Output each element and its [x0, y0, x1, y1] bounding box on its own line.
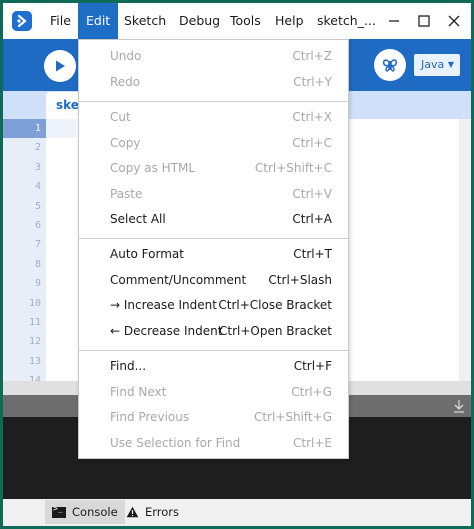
menu-item-label: Copy as HTML [110, 161, 196, 175]
menu-item-label: Cut [110, 110, 131, 124]
butterfly-icon [383, 59, 397, 72]
processing-app-icon [12, 11, 32, 31]
menu-item-label: Undo [110, 49, 142, 63]
menu-item-shortcut: Ctrl+Shift+C [254, 161, 332, 175]
warning-icon [126, 506, 139, 518]
line-number: 2 [34, 142, 41, 154]
menu-item-label: → Increase Indent [110, 298, 217, 312]
menu-item-shortcut: Ctrl+V [292, 186, 332, 201]
line-number: 11 [28, 317, 41, 328]
console-icon [52, 504, 66, 518]
menu-item-shortcut: Ctrl+G [291, 384, 332, 399]
app-window: File Edit Sketch Debug Tools Help sketch… [0, 0, 474, 529]
menu-item-redo[interactable]: Redo Ctrl+Y [79, 70, 348, 95]
play-icon [56, 60, 65, 72]
menu-item-label: Select All [110, 212, 166, 226]
menu-item-shortcut: Ctrl+Z [292, 49, 332, 63]
menu-item-label: ← Decrease Indent [110, 323, 223, 338]
menu-item-find[interactable]: Find... Ctrl+F [79, 354, 348, 379]
line-number: 14 [28, 375, 41, 382]
menu-item-copy[interactable]: Copy Ctrl+C [79, 131, 348, 156]
minimize-icon[interactable] [379, 3, 409, 39]
tab-errors-label: Errors [145, 505, 180, 519]
chevron-down-icon: ▼ [447, 60, 454, 69]
line-number-gutter: 1 2 3 4 5 6 7 8 9 10 11 12 13 14 [3, 119, 46, 381]
menu-item-auto-format[interactable]: Auto Format Ctrl+T [79, 242, 348, 267]
tab-console-label: Console [72, 505, 118, 519]
menu-separator [79, 238, 348, 239]
line-number: 1 [3, 119, 46, 139]
line-number: 5 [34, 200, 41, 212]
menu-item-copy-as-html[interactable]: Copy as HTML Ctrl+Shift+C [79, 156, 348, 181]
line-number: 13 [28, 355, 41, 367]
menu-item-shortcut: Ctrl+T [293, 247, 332, 261]
menu-item-decrease-indent[interactable]: ← Decrease Indent Ctrl+Open Bracket [79, 319, 348, 344]
menu-edit[interactable]: Edit [78, 3, 119, 39]
menu-item-shortcut: Ctrl+Y [293, 74, 332, 89]
menu-item-comment-uncomment[interactable]: Comment/Uncomment Ctrl+Slash [79, 268, 348, 293]
menu-item-label: Copy [110, 135, 141, 150]
menu-item-label: Find Previous [110, 410, 190, 424]
menu-separator [79, 101, 348, 102]
debugger-button[interactable] [374, 49, 406, 81]
menu-tools[interactable]: Tools [222, 3, 269, 39]
tab-console[interactable]: Console [45, 500, 125, 524]
menu-item-shortcut: Ctrl+Shift+G [253, 410, 332, 424]
menu-item-shortcut: Ctrl+Slash [268, 272, 332, 287]
menu-item-label: Find... [110, 359, 147, 373]
tab-errors[interactable]: Errors [119, 500, 186, 524]
menu-item-label: Auto Format [110, 247, 184, 261]
menu-item-label: Redo [110, 74, 141, 89]
window-title: sketch_... [317, 13, 376, 28]
menu-sketch[interactable]: Sketch [116, 3, 174, 39]
line-number: 10 [28, 297, 41, 309]
menu-item-shortcut: Ctrl+C [292, 135, 332, 150]
menu-file[interactable]: File [42, 3, 79, 39]
menu-item-label: Comment/Uncomment [110, 272, 247, 287]
line-number: 3 [34, 161, 41, 173]
menu-bar: File Edit Sketch Debug Tools Help sketch… [3, 3, 471, 39]
line-number: 4 [34, 181, 41, 193]
menu-item-find-next[interactable]: Find Next Ctrl+G [79, 380, 348, 405]
menu-debug[interactable]: Debug [171, 3, 228, 39]
collapse-console-icon[interactable] [452, 398, 466, 414]
run-button[interactable] [44, 50, 76, 82]
mode-selector[interactable]: Java ▼ [413, 53, 461, 77]
line-number: 8 [34, 258, 41, 270]
menu-item-label: Use Selection for Find [110, 435, 241, 450]
menu-item-increase-indent[interactable]: → Increase Indent Ctrl+Close Bracket [79, 293, 348, 318]
menu-help[interactable]: Help [267, 3, 312, 39]
maximize-icon[interactable] [409, 3, 439, 39]
menu-item-cut[interactable]: Cut Ctrl+X [79, 105, 348, 130]
editor-scrollbar[interactable] [459, 119, 471, 381]
menu-item-find-previous[interactable]: Find Previous Ctrl+Shift+G [79, 405, 348, 430]
console-footer: Console Errors [3, 499, 471, 526]
menu-item-shortcut: Ctrl+A [292, 212, 332, 226]
menu-item-shortcut: Ctrl+X [292, 110, 332, 124]
close-icon[interactable] [439, 3, 469, 39]
menu-item-paste[interactable]: Paste Ctrl+V [79, 182, 348, 207]
line-number: 9 [34, 278, 41, 290]
menu-separator [79, 350, 348, 351]
menu-item-shortcut: Ctrl+Close Bracket [218, 298, 332, 312]
menu-item-label: Paste [110, 186, 143, 201]
line-number: 12 [28, 336, 41, 348]
menu-item-shortcut: Ctrl+E [293, 435, 332, 450]
line-number: 6 [34, 220, 41, 231]
menu-item-shortcut: Ctrl+Open Bracket [219, 323, 332, 338]
menu-item-shortcut: Ctrl+F [293, 359, 332, 373]
line-number: 7 [34, 239, 41, 251]
menu-item-undo[interactable]: Undo Ctrl+Z [79, 44, 348, 69]
mode-selector-label: Java [421, 58, 445, 71]
current-line-highlight [46, 119, 76, 138]
menu-item-use-selection-for-find[interactable]: Use Selection for Find Ctrl+E [79, 431, 348, 456]
menu-item-label: Find Next [110, 384, 167, 399]
menu-item-select-all[interactable]: Select All Ctrl+A [79, 207, 348, 232]
edit-menu-dropdown: Undo Ctrl+Z Redo Ctrl+Y Cut Ctrl+X Copy … [78, 39, 349, 459]
